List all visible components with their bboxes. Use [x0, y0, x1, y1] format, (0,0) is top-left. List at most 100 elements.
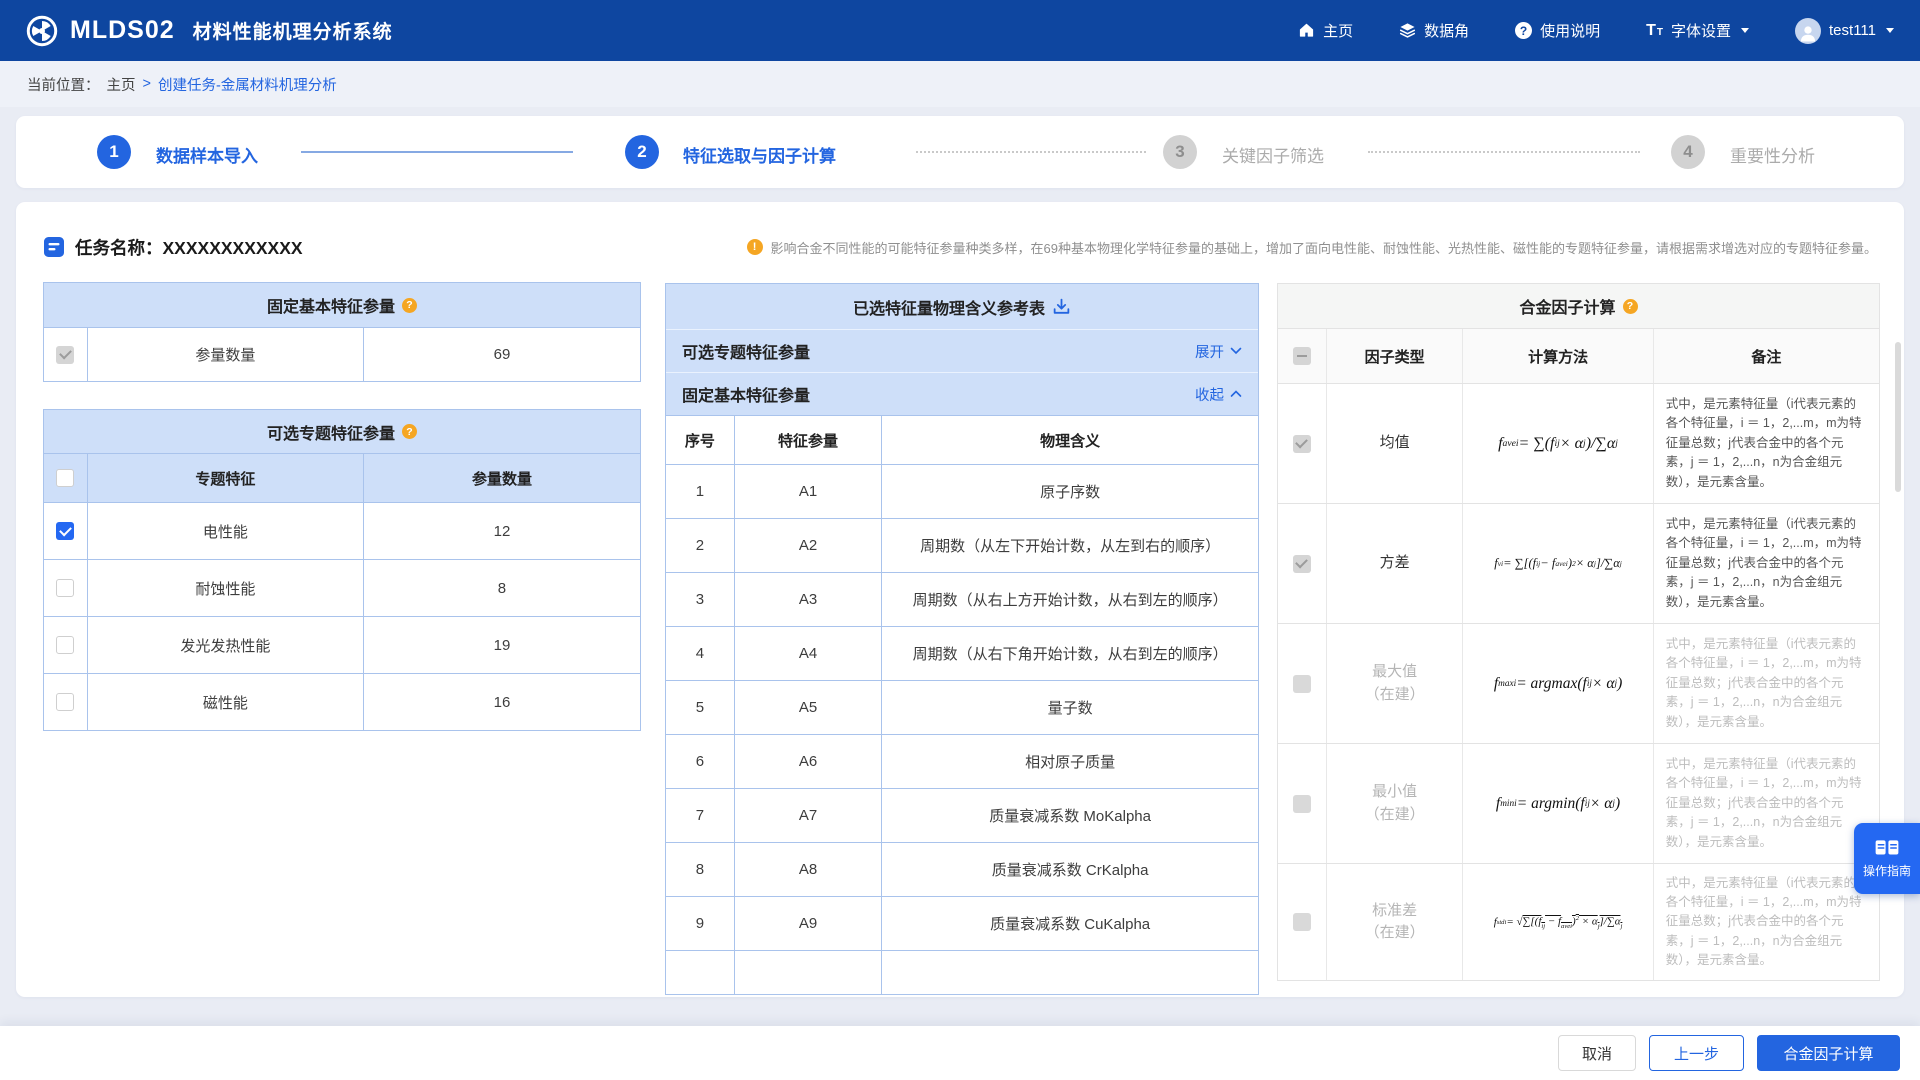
chevron-up-icon — [1230, 390, 1242, 399]
task-doc-icon — [43, 236, 65, 258]
row-meaning: 质量衰减系数 CuKalpha — [881, 897, 1258, 950]
breadcrumb-home-link[interactable]: 主页 — [107, 74, 136, 95]
nav-menu: 主页 数据角 使用说明 字体设置 — [1298, 18, 1894, 44]
reference-row: 5 A5 量子数 — [666, 680, 1258, 734]
feature-count: 16 — [363, 674, 640, 730]
prev-step-button[interactable]: 上一步 — [1649, 1035, 1744, 1071]
help-icon[interactable] — [1623, 299, 1638, 314]
step-connector — [1368, 151, 1640, 153]
optional-params-title: 可选专题特征参量 — [44, 410, 640, 453]
feature-count: 12 — [363, 503, 640, 559]
col-header-param: 特征参量 — [734, 416, 882, 464]
table-title-text: 已选特征量物理含义参考表 — [853, 295, 1045, 319]
factor-formula: favei = ∑(fij × αj)/∑αj — [1462, 384, 1652, 503]
col-header-method: 计算方法 — [1462, 329, 1652, 383]
checkbox-checked[interactable] — [56, 522, 74, 540]
notice: 影响合金不同性能的可能特征参量种类多样，在69种基本物理化学特征参量的基础上，增… — [747, 238, 1877, 257]
page: MLDS02 材料性能机理分析系统 主页 数据角 — [0, 0, 1920, 1080]
row-param: A8 — [734, 843, 882, 896]
nav-item-data[interactable]: 数据角 — [1399, 20, 1469, 41]
row-param: A4 — [734, 627, 882, 680]
notice-text: 影响合金不同性能的可能特征参量种类多样，在69种基本物理化学特征参量的基础上，增… — [771, 238, 1877, 257]
home-icon — [1298, 22, 1315, 39]
reference-title: 已选特征量物理含义参考表 — [666, 284, 1258, 329]
feature-name: 电性能 — [87, 503, 363, 559]
scrollbar-thumb[interactable] — [1895, 342, 1901, 492]
factor-remark: 式中，是元素特征量（i代表元素的各个特征量，i ＝ 1，2,...m，m为特征量… — [1653, 864, 1879, 980]
help-icon[interactable] — [402, 298, 417, 313]
nav-item-font-settings[interactable]: 字体设置 — [1646, 20, 1749, 41]
param-count-value: 69 — [363, 328, 640, 381]
factor-panel: 合金因子计算 因子类型 计算方法 备注 均值 favei = ∑(fij × α… — [1277, 283, 1880, 981]
row-meaning: 周期数（从右下角开始计数，从右到左的顺序） — [881, 627, 1258, 680]
alloy-factor-calc-button[interactable]: 合金因子计算 — [1757, 1035, 1900, 1071]
nav-item-label: 数据角 — [1424, 20, 1469, 41]
row-meaning: 量子数 — [881, 681, 1258, 734]
feature-count: 19 — [363, 617, 640, 673]
section-fixed-params[interactable]: 固定基本特征参量 收起 — [666, 372, 1258, 415]
factor-type: 标准差 — [1372, 900, 1417, 923]
step-connector — [301, 151, 573, 153]
question-circle-icon — [1515, 22, 1532, 39]
factor-type-sub: （在建） — [1365, 684, 1425, 707]
breadcrumb-separator: > — [143, 76, 151, 92]
step-3-circle: 3 — [1163, 135, 1197, 169]
factor-type: 方差 — [1380, 552, 1410, 575]
nav-item-help[interactable]: 使用说明 — [1515, 20, 1600, 41]
checkbox-unchecked-disabled — [1293, 675, 1311, 693]
reference-row: 8 A8 质量衰减系数 CrKalpha — [666, 842, 1258, 896]
main-panel: 任务名称：XXXXXXXXXXXX 影响合金不同性能的可能特征参量种类多样，在6… — [16, 202, 1904, 997]
footer-bar: 取消 上一步 合金因子计算 — [0, 1026, 1920, 1080]
checkbox-indeterminate-disabled — [1293, 347, 1311, 365]
factor-row: 标准差 （在建） fstdi = √∑[(fij − favei)2 × αj]… — [1278, 863, 1879, 980]
checkbox-checked-disabled — [1293, 555, 1311, 573]
app-logo-text: MLDS02 — [70, 16, 175, 45]
reference-row-clipped — [666, 950, 1258, 994]
reference-row: 1 A1 原子序数 — [666, 464, 1258, 518]
factor-type: 均值 — [1380, 432, 1410, 455]
factor-row: 最小值 （在建） fmini = argmin(fij × αj) 式中，是元素… — [1278, 743, 1879, 863]
nav-item-home[interactable]: 主页 — [1298, 20, 1353, 41]
expand-toggle[interactable]: 展开 — [1195, 341, 1242, 362]
cancel-button[interactable]: 取消 — [1558, 1035, 1636, 1071]
factor-title: 合金因子计算 — [1278, 284, 1879, 328]
user-menu[interactable]: test111 — [1795, 18, 1894, 44]
factor-row: 方差 fvi = ∑[(fij − favei)2 × αj]/∑αj 式中，是… — [1278, 503, 1879, 623]
factor-remark: 式中，是元素特征量（i代表元素的各个特征量，i ＝ 1，2,...m，m为特征量… — [1653, 384, 1879, 503]
reference-row: 7 A7 质量衰减系数 MoKalpha — [666, 788, 1258, 842]
section-optional-params[interactable]: 可选专题特征参量 展开 — [666, 329, 1258, 372]
checkbox-unchecked[interactable] — [56, 579, 74, 597]
select-all-checkbox[interactable] — [56, 469, 74, 487]
avatar — [1795, 18, 1821, 44]
download-icon[interactable] — [1052, 297, 1071, 316]
row-no: 3 — [666, 573, 734, 626]
factor-formula: fmaxi = argmax(fij × αj) — [1462, 624, 1652, 743]
row-no: 1 — [666, 465, 734, 518]
param-count-label: 参量数量 — [87, 328, 363, 381]
step-1-label: 数据样本导入 — [156, 142, 258, 167]
row-meaning: 原子序数 — [881, 465, 1258, 518]
step-1-circle[interactable]: 1 — [97, 135, 131, 169]
chevron-down-icon — [1741, 28, 1749, 33]
row-no: 4 — [666, 627, 734, 680]
step-2-circle[interactable]: 2 — [625, 135, 659, 169]
nav-item-label: 使用说明 — [1540, 20, 1600, 41]
warning-icon — [747, 239, 763, 255]
breadcrumb: 当前位置： 主页 > 创建任务-金属材料机理分析 — [0, 61, 1920, 107]
factor-formula: fvi = ∑[(fij − favei)2 × αj]/∑αj — [1462, 504, 1652, 623]
checkbox-unchecked[interactable] — [56, 693, 74, 711]
checkbox-unchecked[interactable] — [56, 636, 74, 654]
breadcrumb-current-link[interactable]: 创建任务-金属材料机理分析 — [158, 74, 337, 95]
row-param: A3 — [734, 573, 882, 626]
step-3-label: 关键因子筛选 — [1222, 142, 1324, 167]
reference-row: 6 A6 相对原子质量 — [666, 734, 1258, 788]
table-row: 参量数量 69 — [44, 327, 640, 381]
col-header-no: 序号 — [666, 416, 734, 464]
factor-formula: fstdi = √∑[(fij − favei)2 × αj]/∑αj — [1462, 864, 1652, 980]
reference-row: 4 A4 周期数（从右下角开始计数，从右到左的顺序） — [666, 626, 1258, 680]
collapse-toggle[interactable]: 收起 — [1195, 384, 1242, 405]
help-icon[interactable] — [402, 424, 417, 439]
section-label: 可选专题特征参量 — [682, 339, 810, 363]
guide-button[interactable]: 操作指南 — [1854, 823, 1920, 894]
col-header-remark: 备注 — [1653, 329, 1879, 383]
